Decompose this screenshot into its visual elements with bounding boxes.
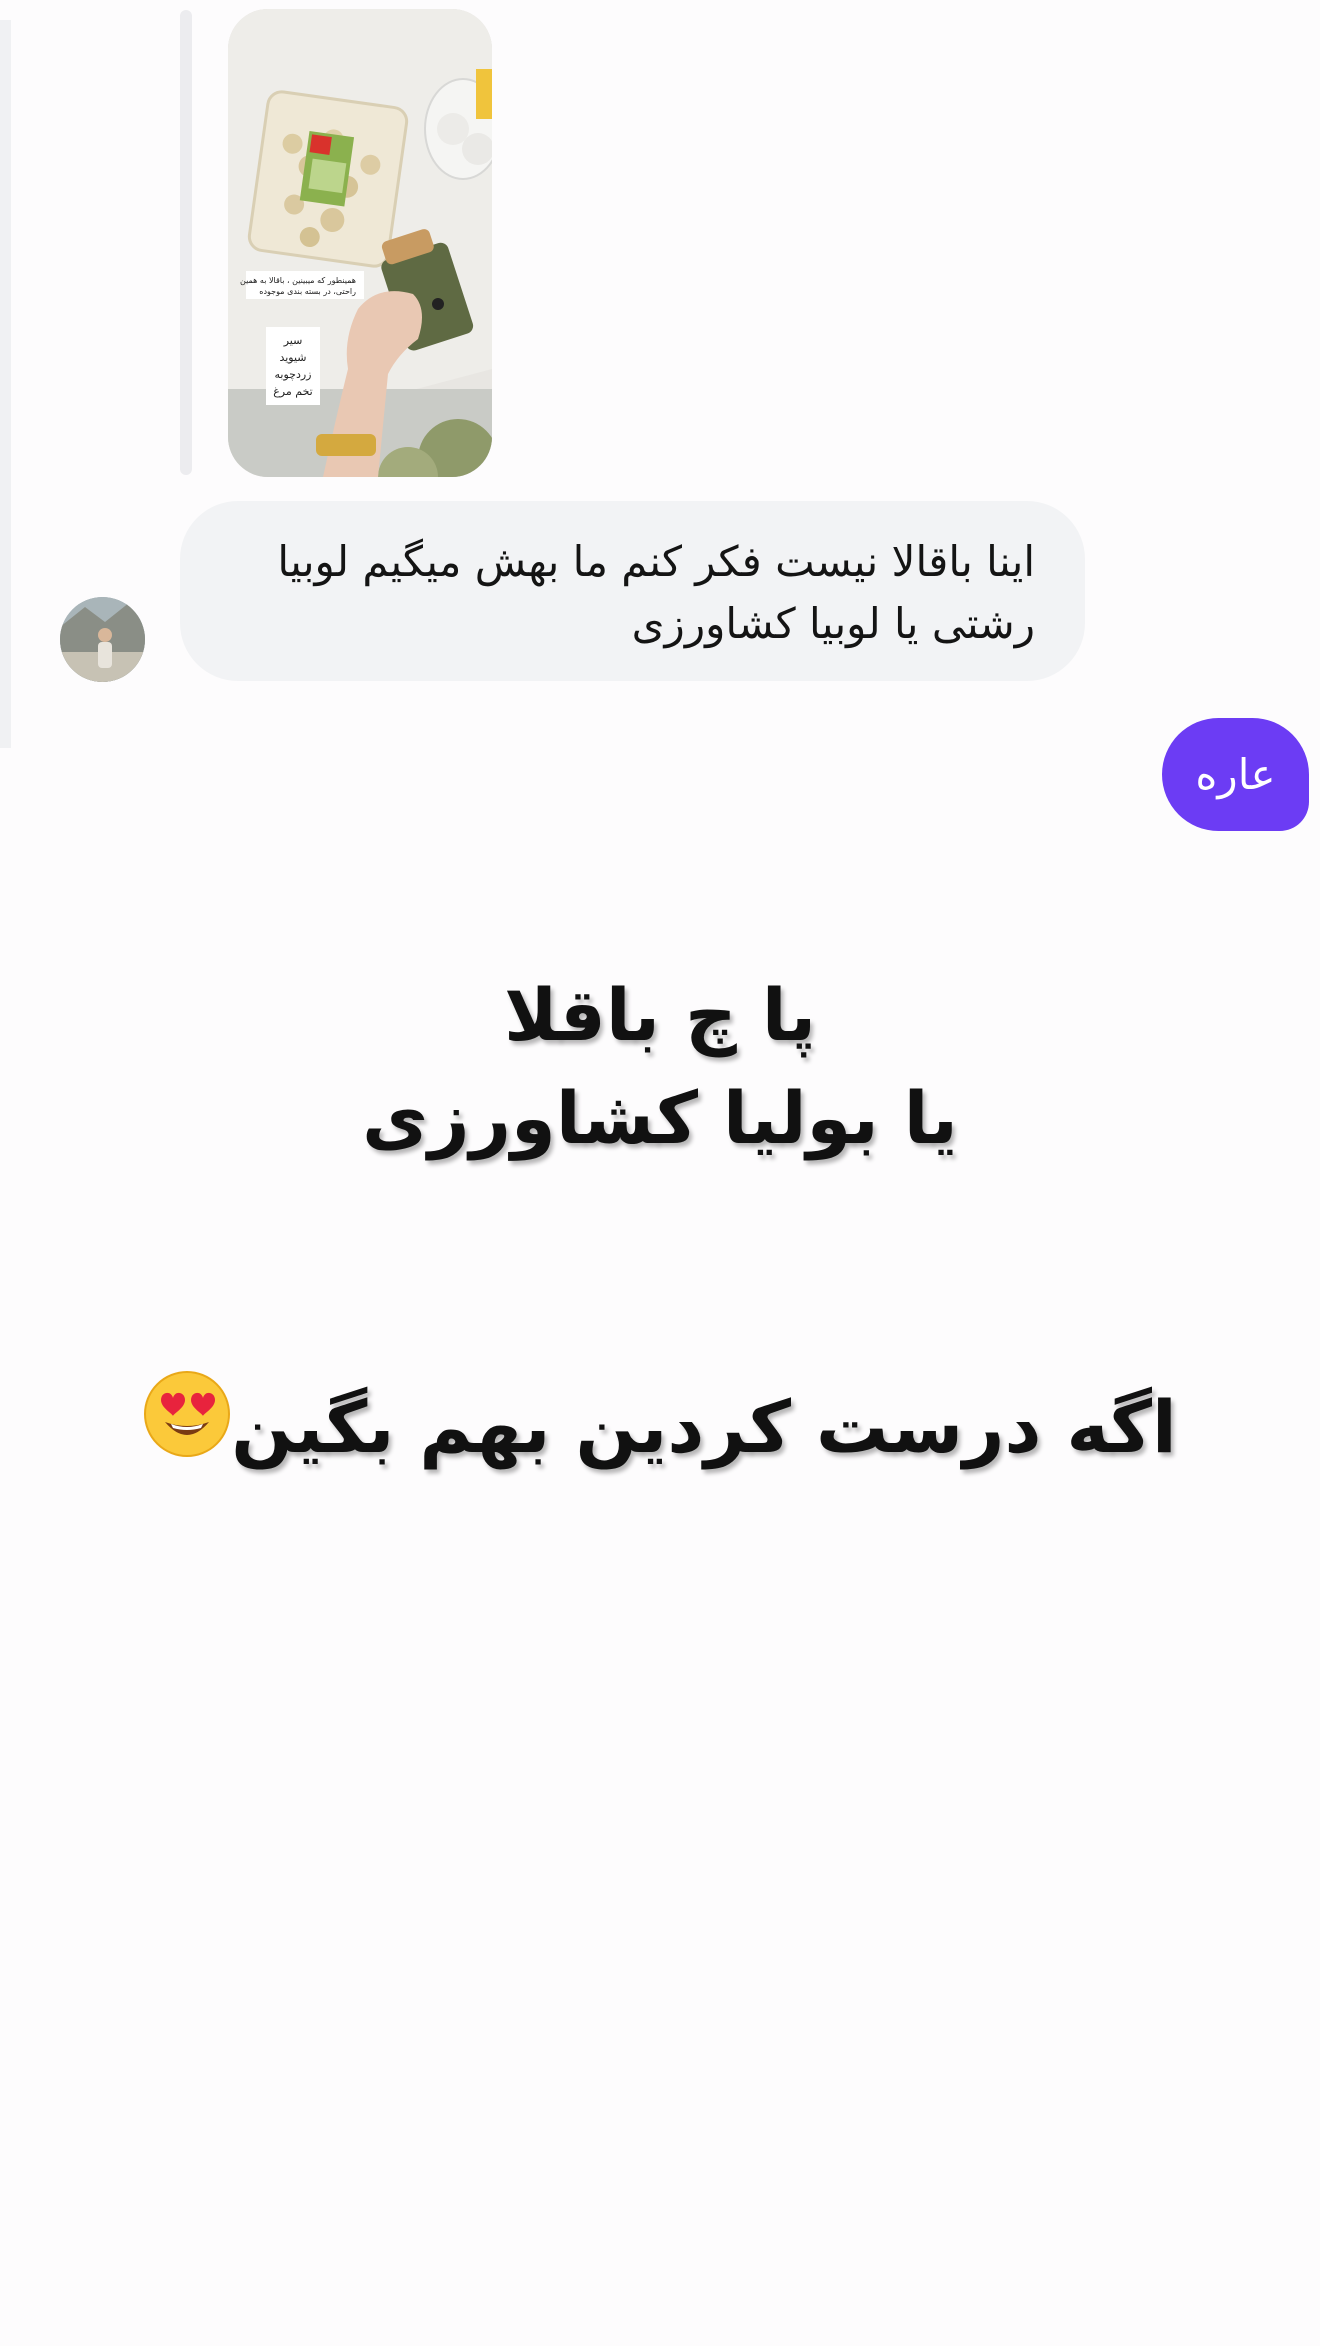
chat-thread: همینطور که میبینین ، باقالا به همین راحت… (0, 0, 1320, 831)
heart-eyes-emoji-icon (143, 1370, 231, 1483)
outgoing-message-bubble[interactable]: عاره (1162, 718, 1309, 831)
overlay-text-line-1: پا چ باقلا (504, 973, 816, 1057)
story-photo: همینطور که میبینین ، باقالا به همین راحت… (228, 9, 492, 477)
story-list-item: سیر (283, 334, 303, 347)
story-reply-thumbnail[interactable]: همینطور که میبینین ، باقالا به همین راحت… (228, 9, 492, 477)
sender-avatar[interactable] (60, 597, 145, 682)
story-list-item: تخم مرغ (273, 385, 313, 398)
incoming-message-bubble[interactable]: اینا باقالا نیست فکر کنم ما بهش میگیم لو… (180, 501, 1085, 681)
incoming-message-line-1: اینا باقالا نیست فکر کنم ما بهش میگیم لو… (277, 537, 1035, 586)
thread-edge (0, 20, 11, 748)
reply-indicator-bar (180, 10, 192, 475)
overlay-text-line-3-row: اگه درست کردین بهم بگین (0, 1370, 1320, 1483)
outgoing-message-text: عاره (1195, 750, 1276, 799)
incoming-message-line-2: رشتی یا لوبیا کشاورزی (631, 599, 1035, 648)
story-text-1a: همینطور که میبینین ، باقالا به همین (240, 276, 356, 285)
avatar-photo (60, 597, 145, 682)
story-list-item: شیوید (279, 351, 306, 364)
overlay-text-line-2: یا بولیا کشاورزی (362, 1076, 958, 1160)
story-text-1b: راحتی، در بسته بندی موجوده (259, 287, 356, 296)
story-list-item: زردچوبه (275, 368, 312, 381)
overlay-text-line-3: اگه درست کردین بهم بگین (231, 1384, 1177, 1469)
